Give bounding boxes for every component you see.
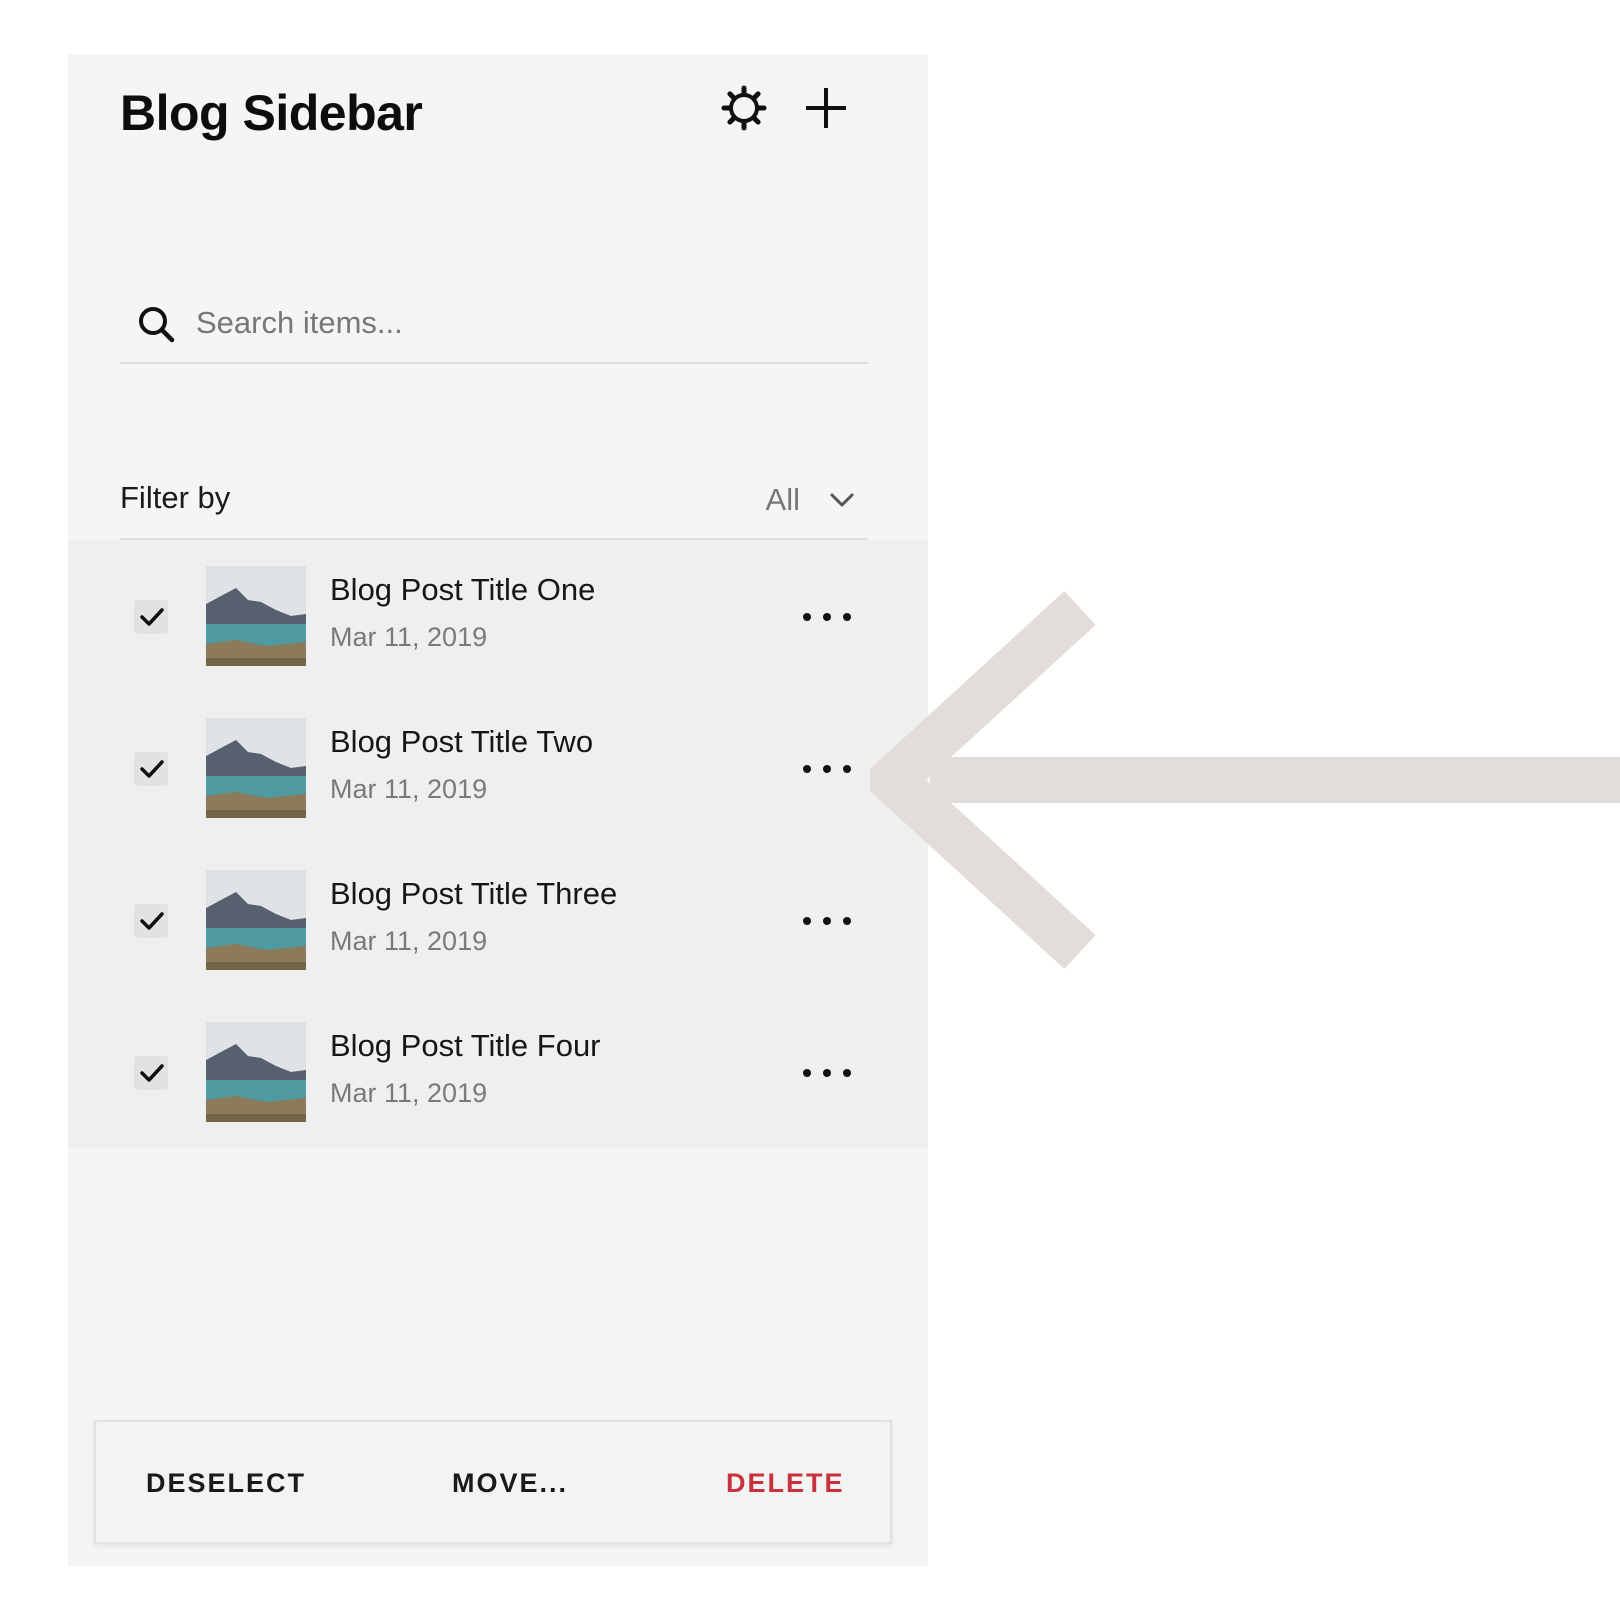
filter-row: Filter by All [120,466,868,540]
search-icon [136,304,176,344]
post-thumbnail [206,718,306,818]
more-options-icon[interactable] [800,906,854,936]
post-list: Blog Post Title One Mar 11, 2019 Blog Po… [68,540,928,1148]
post-checkbox[interactable] [134,600,168,634]
post-thumbnail [206,1022,306,1122]
filter-dropdown[interactable]: All [766,476,856,524]
post-row[interactable]: Blog Post Title Three Mar 11, 2019 [68,844,928,996]
blog-sidebar-panel: Blog Sidebar Search items... Filter by A… [68,54,928,1566]
more-options-icon[interactable] [800,754,854,784]
bulk-action-bar: DESELECT MOVE... DELETE [94,1420,892,1544]
search-input[interactable] [194,294,858,352]
post-checkbox[interactable] [134,752,168,786]
chevron-down-icon [828,486,856,514]
move-button[interactable]: MOVE... [452,1468,568,1499]
post-title[interactable]: Blog Post Title One [330,572,595,608]
post-row[interactable]: Blog Post Title Two Mar 11, 2019 [68,692,928,844]
post-row[interactable]: Blog Post Title One Mar 11, 2019 [68,540,928,692]
more-options-icon[interactable] [800,1058,854,1088]
post-checkbox[interactable] [134,1056,168,1090]
post-date: Mar 11, 2019 [330,1078,488,1108]
filter-selected-value: All [765,482,800,517]
post-date: Mar 11, 2019 [330,774,488,804]
more-options-icon[interactable] [800,602,854,632]
post-row[interactable]: Blog Post Title Four Mar 11, 2019 [68,996,928,1148]
post-date: Mar 11, 2019 [330,926,488,956]
post-date: Mar 11, 2019 [330,622,488,652]
post-checkbox[interactable] [134,904,168,938]
filter-label: Filter by [120,480,231,515]
search-bar [120,284,868,364]
post-title[interactable]: Blog Post Title Three [330,876,617,912]
delete-button[interactable]: DELETE [726,1468,845,1499]
plus-icon[interactable] [802,84,850,132]
post-title[interactable]: Blog Post Title Four [330,1028,601,1064]
post-thumbnail [206,870,306,970]
arrow-pointer-icon [870,591,1620,969]
post-thumbnail [206,566,306,666]
post-title[interactable]: Blog Post Title Two [330,724,593,760]
page-title: Blog Sidebar [120,85,423,141]
deselect-button[interactable]: DESELECT [146,1468,306,1499]
gear-icon[interactable] [720,84,768,132]
